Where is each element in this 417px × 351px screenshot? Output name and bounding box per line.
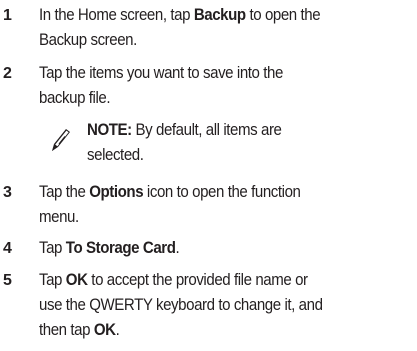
text-run: Tap the — [39, 183, 90, 201]
step-line: backup file. — [39, 89, 111, 107]
step-text: Tap the items you want to save into the … — [39, 61, 389, 111]
text-run: In the Home screen, tap — [39, 6, 194, 24]
step-line: Tap To Storage Card. — [39, 236, 389, 261]
step-line: use the QWERTY keyboard to change it, an… — [39, 296, 323, 314]
step-number: 5 — [3, 272, 12, 289]
step-number: 1 — [3, 7, 12, 24]
ui-term: Options — [89, 183, 144, 201]
step-line: Backup screen. — [39, 31, 137, 49]
text-run: Tap — [39, 239, 66, 257]
step-line: In the Home screen, tap Backup to open t… — [39, 3, 389, 28]
step-number: 4 — [3, 240, 12, 257]
note-text: NOTE: By default, all items are selected… — [87, 118, 282, 168]
step-text: In the Home screen, tap Backup to open t… — [39, 3, 389, 53]
ui-term: OK — [93, 321, 116, 339]
step-line: Tap the items you want to save into the — [39, 64, 283, 82]
step-text: Tap To Storage Card. — [39, 236, 389, 261]
text-run: By default, all items are — [131, 121, 282, 139]
note-line: NOTE: By default, all items are — [87, 118, 282, 143]
step-line: then tap OK. — [39, 318, 389, 343]
step-line: Tap OK to accept the provided file name … — [39, 268, 389, 293]
text-run: then tap — [39, 321, 94, 339]
text-run: . — [175, 239, 180, 257]
ui-term: Backup — [193, 6, 246, 24]
note-line: selected. — [87, 146, 144, 164]
step-line: Tap the Options icon to open the functio… — [39, 180, 389, 205]
ui-term: OK — [65, 271, 88, 289]
step-number: 2 — [3, 65, 12, 82]
step-number: 3 — [3, 184, 12, 201]
text-run: Tap — [39, 271, 66, 289]
note-label: NOTE: — [87, 121, 132, 139]
text-run: to open the — [245, 6, 321, 24]
text-run: icon to open the function — [143, 183, 301, 201]
text-run: to accept the provided file name or — [87, 271, 308, 289]
step-line: menu. — [39, 208, 79, 226]
step-text: Tap OK to accept the provided file name … — [39, 268, 389, 343]
ui-term: To Storage Card — [65, 239, 176, 257]
text-run: . — [115, 321, 120, 339]
instruction-steps: 1 In the Home screen, tap Backup to open… — [0, 0, 417, 351]
pencil-note-icon — [49, 126, 71, 154]
step-text: Tap the Options icon to open the functio… — [39, 180, 389, 230]
